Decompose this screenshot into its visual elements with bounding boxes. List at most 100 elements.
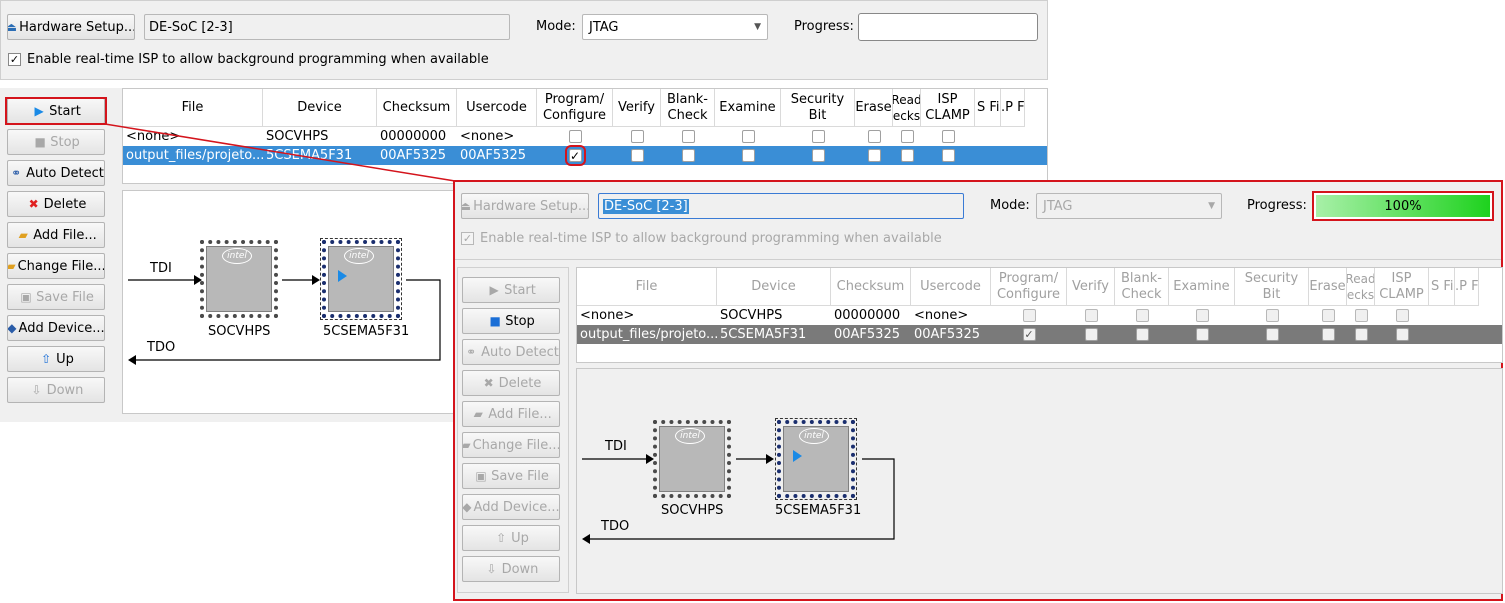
col-program[interactable]: Program/Configure [537,89,613,127]
read-checkbox[interactable] [893,127,921,146]
col-examine[interactable]: Examine [715,89,781,127]
save-file-button[interactable]: ▣ Save File [462,463,560,489]
col-program[interactable]: Program/Configure [991,268,1067,306]
col-verify[interactable]: Verify [613,89,661,127]
verify-checkbox[interactable] [1067,306,1115,325]
col-blank-check[interactable]: Blank- Check [661,89,715,127]
col-sfi[interactable]: S Fi [975,89,1001,127]
col-checksum[interactable]: Checksum [831,268,911,306]
col-isp-clamp[interactable]: ISP CLAMP [921,89,975,127]
save-file-button[interactable]: ▣ Save File [7,284,105,310]
security-checkbox[interactable] [1235,306,1309,325]
isp-checkbox[interactable]: ✓ [461,232,474,245]
start-button[interactable]: ▶ Start [462,277,560,303]
mode-select[interactable]: JTAG ▼ [582,14,768,40]
chip-socvhps[interactable]: intel [653,420,731,498]
examine-checkbox[interactable] [715,146,781,165]
col-security-bit[interactable]: Security Bit [1235,268,1309,306]
isp-clamp-checkbox[interactable] [1375,306,1429,325]
table-row[interactable]: <none> SOCVHPS 00000000 <none> [577,306,1502,325]
stop-button[interactable]: ■ Stop [7,129,105,155]
isp-clamp-checkbox[interactable] [921,127,975,146]
isp-clamp-checkbox[interactable] [921,146,975,165]
col-security-bit[interactable]: Security Bit [781,89,855,127]
stop-button[interactable]: ■ Stop [462,308,560,334]
security-checkbox[interactable] [781,146,855,165]
add-file-button[interactable]: ▰ Add File... [7,222,105,248]
erase-checkbox[interactable] [1309,325,1347,344]
chip-5csema5f31[interactable]: intel [775,418,857,500]
col-isp-clamp[interactable]: ISP CLAMP [1375,268,1429,306]
examine-checkbox[interactable] [1169,306,1235,325]
col-read[interactable]: Read ecks [1347,268,1375,306]
col-file[interactable]: File [577,268,717,306]
auto-detect-button[interactable]: ⚭ Auto Detect [462,339,560,365]
hardware-setup-label: Hardware Setup... [19,19,135,35]
read-checkbox[interactable] [893,146,921,165]
blank-check-checkbox[interactable] [1115,325,1169,344]
change-file-button[interactable]: ▰ Change File... [462,432,560,458]
program-checkbox[interactable] [991,306,1067,325]
hardware-field[interactable]: DE-SoC [2-3] [144,14,510,40]
blank-check-checkbox[interactable] [1115,306,1169,325]
down-button[interactable]: ⇩ Down [462,556,560,582]
up-button[interactable]: ⇧ Up [7,346,105,372]
col-erase[interactable]: Erase [1309,268,1347,306]
erase-checkbox[interactable] [855,127,893,146]
table-row-selected[interactable]: output_files/projeto... 5CSEMA5F31 00AF5… [577,325,1502,344]
col-device[interactable]: Device [263,89,377,127]
read-checkbox[interactable] [1347,325,1375,344]
program-checkbox[interactable] [537,127,613,146]
col-read[interactable]: Read ecks [893,89,921,127]
examine-checkbox[interactable] [715,127,781,146]
col-blank-check[interactable]: Blank- Check [1115,268,1169,306]
col-device-label: Device [297,99,342,115]
delete-button[interactable]: ✖ Delete [462,370,560,396]
security-checkbox[interactable] [781,127,855,146]
hardware-setup-button[interactable]: ⏏ Hardware Setup... [461,193,589,219]
mode-select[interactable]: JTAG ▼ [1036,193,1222,219]
isp-checkbox[interactable]: ✓ [8,53,21,66]
col-pf[interactable]: .P F [1455,268,1479,306]
col-examine[interactable]: Examine [1169,268,1235,306]
blank-check-checkbox[interactable] [661,146,715,165]
col-pf[interactable]: .P F [1001,89,1025,127]
auto-detect-button[interactable]: ⚭ Auto Detect [7,160,105,186]
read-checkbox[interactable] [1347,306,1375,325]
erase-checkbox[interactable] [855,146,893,165]
program-checkbox-checked[interactable]: ✓ [991,325,1067,344]
chip-socvhps[interactable]: intel [200,240,278,318]
change-file-button[interactable]: ▰ Change File... [7,253,105,279]
verify-checkbox[interactable] [613,127,661,146]
add-file-button[interactable]: ▰ Add File... [462,401,560,427]
add-device-button[interactable]: ◆ Add Device... [462,494,560,520]
col-sfi[interactable]: S Fi [1429,268,1455,306]
erase-checkbox[interactable] [1309,306,1347,325]
blank-check-checkbox[interactable] [661,127,715,146]
isp-clamp-checkbox[interactable] [1375,325,1429,344]
table-row-selected[interactable]: output_files/projeto... 5CSEMA5F31 00AF5… [123,145,1047,166]
chip-5csema5f31[interactable]: intel [320,238,402,320]
examine-checkbox[interactable] [1169,325,1235,344]
security-checkbox[interactable] [1235,325,1309,344]
up-button[interactable]: ⇧ Up [462,525,560,551]
isp-checkbox-row[interactable]: ✓ Enable real-time ISP to allow backgrou… [461,231,942,246]
down-button[interactable]: ⇩ Down [7,377,105,403]
col-file[interactable]: File [123,89,263,127]
verify-checkbox[interactable] [613,146,661,165]
add-device-button[interactable]: ◆ Add Device... [7,315,105,341]
hardware-field[interactable]: DE-SoC [2-3] [598,193,964,219]
isp-checkbox-row[interactable]: ✓ Enable real-time ISP to allow backgrou… [8,52,489,67]
col-erase[interactable]: Erase [855,89,893,127]
col-usercode[interactable]: Usercode [911,268,991,306]
verify-checkbox[interactable] [1067,325,1115,344]
hardware-setup-button[interactable]: ⏏ Hardware Setup... [7,14,135,40]
col-usercode[interactable]: Usercode [457,89,537,127]
col-checksum[interactable]: Checksum [377,89,457,127]
col-verify[interactable]: Verify [1067,268,1115,306]
table-row[interactable]: <none> SOCVHPS 00000000 <none> [123,127,1047,146]
delete-button[interactable]: ✖ Delete [7,191,105,217]
program-checkbox-checked[interactable]: ✓ [537,145,613,166]
front-chain-wires [582,454,895,544]
col-device[interactable]: Device [717,268,831,306]
